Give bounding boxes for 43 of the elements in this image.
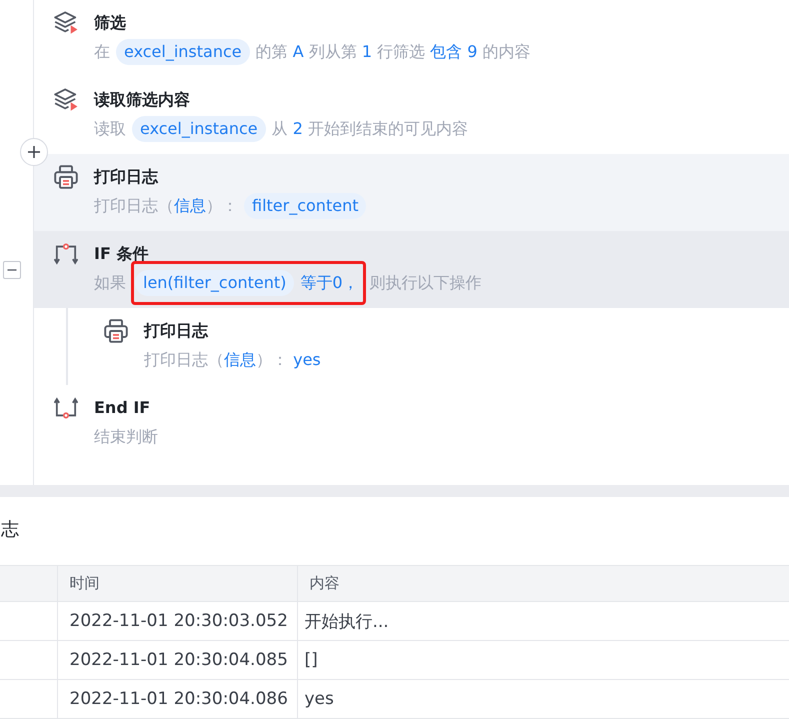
step-title: End IF (94, 397, 152, 419)
step-description: 则执行以下操作 (370, 272, 482, 294)
step-description: 从 2 开始到结束的可见内容 (272, 118, 468, 140)
printer-icon (54, 165, 78, 189)
table-cell: [] (297, 640, 789, 680)
workflow-step[interactable]: End IF 结束判断 (34, 385, 789, 462)
table-cell: 2022-11-01 20:30:03.052 (57, 602, 297, 640)
variable-tag: filter_content (244, 193, 366, 219)
workflow-step[interactable]: 打印日志 打印日志（信息）： filter_content (34, 154, 789, 231)
step-description: 如果 (94, 272, 126, 294)
panel-title: 志 (0, 518, 20, 542)
step-title: 读取筛选内容 (94, 89, 191, 111)
workflow-step[interactable]: 打印日志 打印日志（信息）： yes (68, 308, 789, 385)
step-description: 打印日志（信息）： yes (144, 349, 321, 371)
step-description: 结束判断 (94, 426, 158, 448)
step-title: 打印日志 (94, 166, 160, 188)
step-description: 的第 A 列从第 1 行筛选 包含 9 的内容 (256, 41, 531, 63)
variable-tag: excel_instance (132, 116, 266, 142)
table-cell: 2022-11-01 20:30:04.085 (57, 640, 297, 680)
step-description: 读取 (94, 118, 126, 140)
step-description: 打印日志（信息）： (94, 195, 238, 217)
workflow-step[interactable]: 读取筛选内容 读取 excel_instance 从 2 开始到结束的可见内容 (34, 77, 789, 154)
plus-icon (28, 146, 40, 158)
step-description: 等于0， (300, 272, 359, 294)
table-cell: yes (297, 680, 789, 718)
merge-arrows-icon (54, 396, 78, 420)
column-header: 时间 (57, 566, 297, 602)
split-arrows-icon (54, 242, 78, 266)
step-description: 在 (94, 41, 110, 63)
variable-tag: excel_instance (116, 39, 250, 65)
step-title: 打印日志 (144, 320, 210, 342)
layers-icon (54, 88, 78, 112)
printer-icon (104, 319, 128, 343)
step-title: 筛选 (94, 12, 127, 34)
workflow-step[interactable]: 筛选 在 excel_instance 的第 A 列从第 1 行筛选 包含 9 的内容 (34, 0, 789, 77)
collapse-icon[interactable] (3, 261, 21, 279)
add-step-button[interactable] (20, 138, 48, 166)
table-cell: 2022-11-01 20:30:04.086 (57, 680, 297, 718)
layers-icon (54, 11, 78, 35)
table-cell: 开始执行... (297, 602, 789, 640)
variable-tag: len(filter_content) (135, 270, 294, 296)
column-header: 内容 (297, 566, 789, 602)
step-title: IF 条件 (94, 243, 150, 265)
